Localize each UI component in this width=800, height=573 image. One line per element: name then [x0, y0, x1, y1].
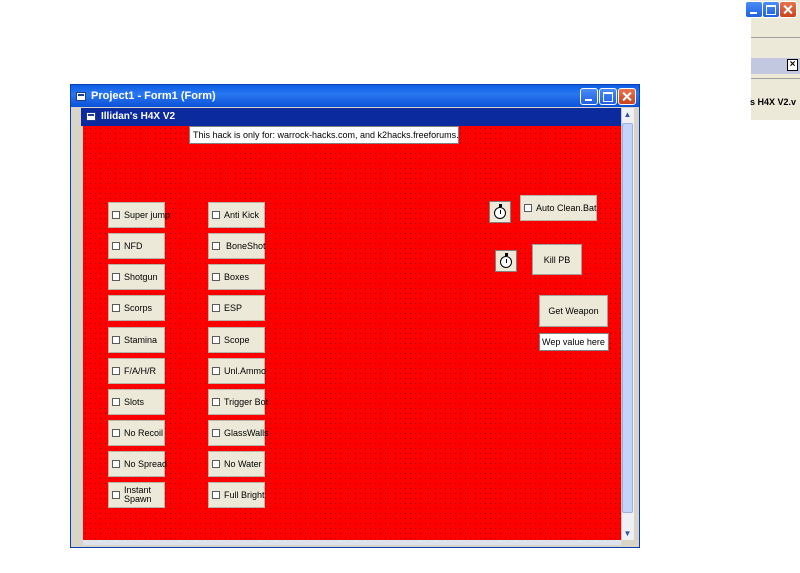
kill-pb-button[interactable]: Kill PB — [532, 244, 582, 275]
checkbox-label: Instant Spawn — [124, 485, 152, 504]
checkbox-no-spread[interactable]: No Spread — [108, 451, 168, 477]
form-title-bar[interactable]: Illidan's H4X V2 — [81, 108, 634, 126]
bg-selected-row[interactable]: × — [751, 58, 800, 74]
checkbox-fahr[interactable]: F/A/H/R — [108, 358, 165, 384]
checkbox-no-recoil[interactable]: No Recoil — [108, 420, 165, 446]
project-title-bar[interactable]: Project1 - Form1 (Form) — [71, 85, 639, 107]
checkbox-super-jump[interactable]: Super jump — [108, 202, 170, 228]
checkbox-box[interactable] — [212, 211, 220, 219]
checkbox-label: No Water — [224, 458, 262, 469]
checkbox-label: No Spread — [124, 458, 168, 469]
checkbox-nfd[interactable]: NFD — [108, 233, 165, 259]
checkbox-boxes[interactable]: Boxes — [208, 264, 265, 290]
checkbox-box[interactable] — [212, 398, 220, 406]
checkbox-label: Boxes — [224, 271, 250, 282]
bg-minimize-icon[interactable] — [745, 1, 763, 18]
checkbox-label: F/A/H/R — [124, 365, 157, 376]
checkbox-label: Slots — [124, 396, 145, 407]
bg-row — [751, 78, 800, 95]
checkbox-esp[interactable]: ESP — [208, 295, 265, 321]
form-icon — [86, 112, 96, 121]
checkbox-label: BoneShot — [226, 240, 266, 251]
checkbox-label: ESP — [224, 302, 243, 313]
checkbox-box[interactable] — [212, 460, 220, 468]
checkbox-box[interactable] — [112, 491, 120, 499]
project-title: Project1 - Form1 (Form) — [91, 90, 216, 102]
checkbox-label: Stamina — [124, 334, 158, 345]
checkbox-full-bright[interactable]: Full Bright — [208, 482, 265, 508]
checkbox-label: Scorps — [124, 302, 153, 313]
checkbox-box[interactable] — [112, 336, 120, 344]
bg-window-label: s H4X V2.v — [750, 97, 797, 107]
bg-row — [751, 37, 800, 54]
checkbox-label: Trigger Bot — [224, 396, 269, 407]
checkbox-box[interactable] — [112, 460, 120, 468]
checkbox-label: Anti Kick — [224, 209, 260, 220]
close-icon[interactable] — [618, 88, 636, 105]
maximize-icon[interactable] — [599, 88, 617, 105]
checkbox-trigger-bot[interactable]: Trigger Bot — [208, 389, 269, 415]
checkbox-shotgun[interactable]: Shotgun — [108, 264, 165, 290]
checkbox-scope[interactable]: Scope — [208, 327, 265, 353]
form-icon — [76, 92, 86, 101]
checkbox-box[interactable] — [112, 211, 120, 219]
checkbox-label: Shotgun — [124, 271, 158, 282]
project-window: Project1 - Form1 (Form) Illidan's H4X V2… — [70, 84, 640, 548]
checkbox-stamina[interactable]: Stamina — [108, 327, 165, 353]
checkbox-label: Super jump — [124, 209, 171, 220]
vertical-scroll-thumb[interactable] — [622, 123, 633, 513]
wep-value-field[interactable]: Wep value here — [539, 333, 609, 351]
checkbox-box[interactable] — [212, 242, 220, 250]
minimize-icon[interactable] — [580, 88, 598, 105]
horizontal-scrollbar[interactable] — [83, 540, 621, 545]
checkbox-instant-spawn[interactable]: Instant Spawn — [108, 482, 165, 508]
checkbox-box[interactable] — [112, 398, 120, 406]
checkbox-label: Unl.Ammo — [224, 365, 267, 376]
checkbox-box[interactable] — [112, 367, 120, 375]
checkbox-box[interactable] — [524, 204, 532, 212]
checkbox-scorps[interactable]: Scorps — [108, 295, 165, 321]
checkbox-box[interactable] — [212, 304, 220, 312]
bg-row-close-icon[interactable]: × — [787, 59, 798, 71]
checkbox-box[interactable] — [212, 367, 220, 375]
checkbox-box[interactable] — [212, 273, 220, 281]
checkbox-box[interactable] — [112, 242, 120, 250]
checkbox-box[interactable] — [212, 336, 220, 344]
checkbox-boneshot[interactable]: BoneShot — [208, 233, 266, 259]
checkbox-label: Full Bright — [224, 489, 265, 500]
checkbox-glasswalls[interactable]: GlassWalls — [208, 420, 269, 446]
checkbox-box[interactable] — [112, 429, 120, 437]
checkbox-box[interactable] — [112, 304, 120, 312]
checkbox-label: NFD — [124, 240, 143, 251]
scroll-up-icon[interactable]: ▲ — [622, 109, 633, 121]
checkbox-unl-ammo[interactable]: Unl.Ammo — [208, 358, 267, 384]
scroll-down-icon[interactable]: ▼ — [622, 528, 633, 540]
checkbox-box[interactable] — [212, 429, 220, 437]
get-weapon-button[interactable]: Get Weapon — [539, 295, 608, 327]
checkbox-box[interactable] — [212, 491, 220, 499]
timer-icon — [489, 201, 511, 223]
checkbox-label: GlassWalls — [224, 427, 269, 438]
checkbox-label: No Recoil — [124, 427, 164, 438]
notice-label: This hack is only for: warrock-hacks.com… — [189, 126, 459, 144]
checkbox-label: Scope — [224, 334, 250, 345]
bg-close-icon[interactable] — [779, 1, 797, 18]
checkbox-slots[interactable]: Slots — [108, 389, 165, 415]
checkbox-anti-kick[interactable]: Anti Kick — [208, 202, 265, 228]
checkbox-label: Auto Clean.Bat — [536, 202, 597, 213]
timer-icon — [495, 250, 517, 272]
form-title: Illidan's H4X V2 — [101, 111, 176, 122]
checkbox-no-water[interactable]: No Water — [208, 451, 265, 477]
bg-maximize-icon[interactable] — [762, 1, 780, 18]
checkbox-box[interactable] — [112, 273, 120, 281]
checkbox-auto-clean-bat[interactable]: Auto Clean.Bat — [520, 195, 597, 221]
